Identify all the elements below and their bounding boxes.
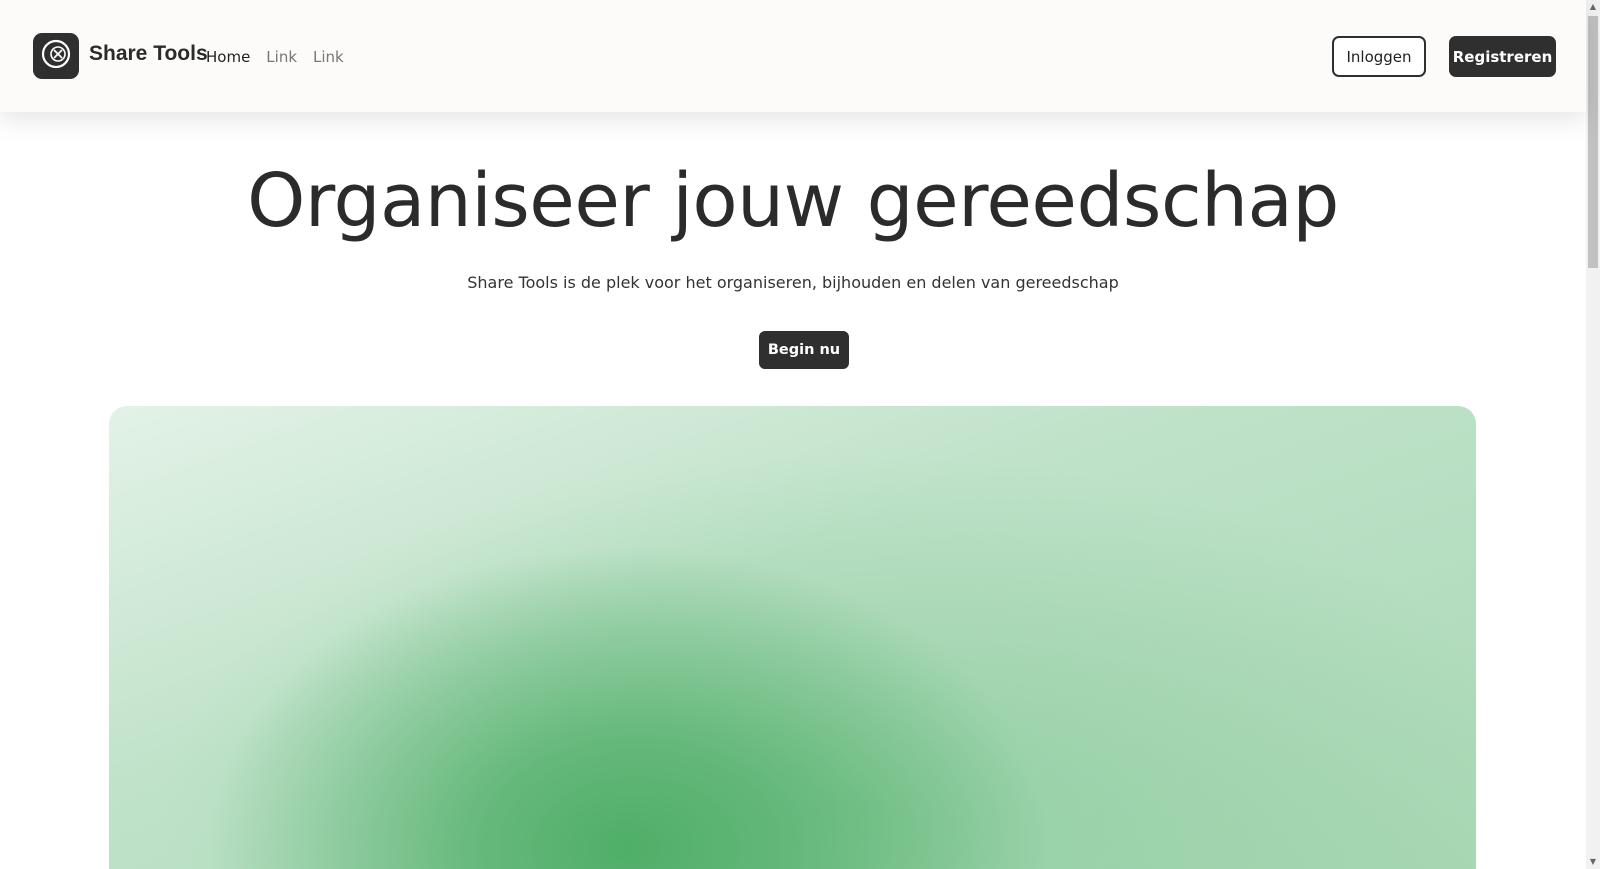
scrollbar-thumb[interactable] bbox=[1588, 16, 1598, 268]
top-navbar: Share Tools Home Link Link Inloggen Regi… bbox=[0, 0, 1586, 112]
scroll-up-arrow-icon[interactable]: ▲ bbox=[1588, 2, 1598, 12]
scroll-down-arrow-icon[interactable]: ▼ bbox=[1588, 857, 1598, 867]
logo[interactable] bbox=[33, 33, 79, 79]
main-nav: Home Link Link bbox=[206, 48, 344, 66]
nav-item-home[interactable]: Home bbox=[206, 48, 250, 66]
hero-subtitle: Share Tools is de plek voor het organise… bbox=[467, 273, 1119, 292]
begin-now-button[interactable]: Begin nu bbox=[759, 331, 849, 369]
tools-icon bbox=[39, 37, 73, 75]
hero-image bbox=[109, 406, 1476, 869]
hero-title: Organiseer jouw gereedschap bbox=[247, 158, 1339, 244]
register-button[interactable]: Registreren bbox=[1449, 36, 1556, 77]
nav-item-link-2[interactable]: Link bbox=[313, 48, 344, 66]
nav-item-link-1[interactable]: Link bbox=[266, 48, 297, 66]
login-button[interactable]: Inloggen bbox=[1332, 36, 1426, 77]
page: Share Tools Home Link Link Inloggen Regi… bbox=[0, 0, 1600, 869]
brand-name[interactable]: Share Tools bbox=[89, 42, 208, 66]
